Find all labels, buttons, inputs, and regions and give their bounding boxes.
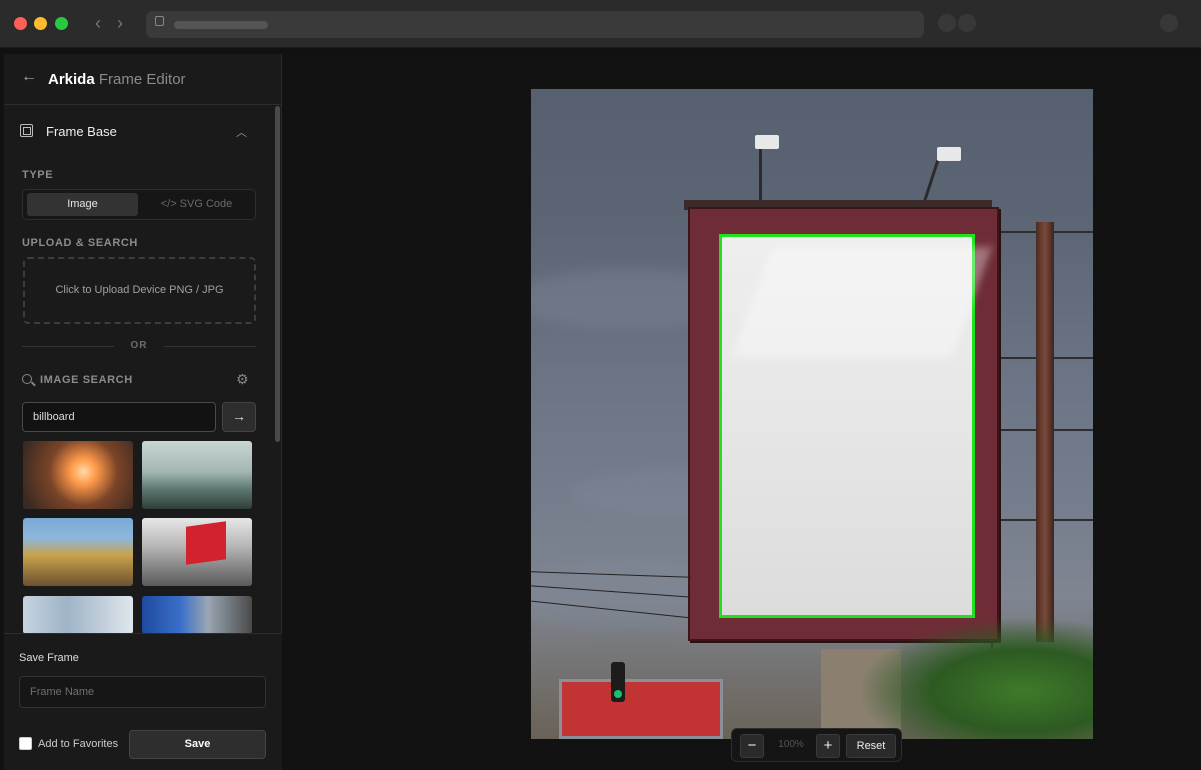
rusty-pole xyxy=(1036,222,1054,642)
coca-cola-logo-image xyxy=(186,521,226,565)
type-segmented-control: Image </> SVG Code xyxy=(22,189,256,220)
browser-chrome: ‹ › xyxy=(0,0,1201,48)
browser-back-icon[interactable]: ‹ xyxy=(88,12,108,34)
chevron-up-icon[interactable]: ︿ xyxy=(236,124,248,139)
image-search-header: IMAGE SEARCH ⚙ xyxy=(22,372,256,388)
extension-icon[interactable] xyxy=(958,14,976,32)
cpu-icon xyxy=(20,124,33,137)
zoom-reset-button[interactable]: Reset xyxy=(846,734,896,758)
search-result-thumbnail[interactable] xyxy=(23,441,133,509)
search-result-thumbnail[interactable] xyxy=(142,441,252,509)
billboard-photo[interactable] xyxy=(531,89,1093,739)
search-icon xyxy=(22,374,32,384)
browser-forward-icon[interactable]: › xyxy=(110,12,130,34)
editor-canvas: − 100% + Reset xyxy=(283,54,1201,770)
zoom-out-button[interactable]: − xyxy=(740,734,764,758)
or-divider: OR xyxy=(22,340,256,352)
section-title: Frame Base xyxy=(46,124,117,139)
sidebar-scrollbar[interactable] xyxy=(275,106,280,442)
search-result-thumbnail[interactable] xyxy=(23,596,133,634)
profile-icon[interactable] xyxy=(1160,14,1178,32)
search-result-thumbnail[interactable] xyxy=(142,596,252,634)
sidebar-header: ← Arkida Frame Editor xyxy=(4,54,282,105)
save-frame-panel: Save Frame Add to Favorites Save xyxy=(4,633,282,770)
app-title: Arkida Frame Editor xyxy=(48,71,186,88)
upload-search-label: UPLOAD & SEARCH xyxy=(22,237,138,249)
type-label: TYPE xyxy=(22,169,54,181)
frame-target-area[interactable] xyxy=(719,234,993,618)
frame-base-section-header[interactable]: Frame Base ︿ xyxy=(4,106,282,154)
extension-icon[interactable] xyxy=(938,14,956,32)
url-bar[interactable] xyxy=(146,11,924,38)
minimize-window-button[interactable] xyxy=(34,17,47,30)
add-to-favorites-label: Add to Favorites xyxy=(38,738,119,750)
traffic-light xyxy=(611,662,625,702)
zoom-level: 100% xyxy=(778,739,804,750)
save-frame-title: Save Frame xyxy=(19,652,79,664)
type-image-button[interactable]: Image xyxy=(27,193,138,216)
lock-icon xyxy=(155,16,164,26)
search-result-thumbnail[interactable] xyxy=(23,518,133,586)
frame-name-input[interactable] xyxy=(19,676,266,708)
upload-dropzone[interactable]: Click to Upload Device PNG / JPG xyxy=(23,257,256,324)
type-svg-code-button[interactable]: </> SVG Code xyxy=(141,193,252,216)
image-search-input[interactable] xyxy=(22,402,216,432)
search-submit-button[interactable]: → xyxy=(222,402,256,432)
save-button[interactable]: Save xyxy=(129,730,266,759)
image-search-label: IMAGE SEARCH xyxy=(40,374,133,386)
back-arrow-icon[interactable]: ← xyxy=(21,68,37,86)
add-to-favorites-checkbox[interactable] xyxy=(19,737,32,750)
red-billboard xyxy=(559,679,723,739)
trees xyxy=(861,619,1093,739)
search-result-thumbnail[interactable] xyxy=(142,518,252,586)
zoom-in-button[interactable]: + xyxy=(816,734,840,758)
close-window-button[interactable] xyxy=(14,17,27,30)
maximize-window-button[interactable] xyxy=(55,17,68,30)
sidebar: ← Arkida Frame Editor Frame Base ︿ TYPE … xyxy=(4,54,282,770)
url-placeholder xyxy=(174,21,268,29)
gear-icon[interactable]: ⚙ xyxy=(236,372,250,386)
zoom-controls: − 100% + Reset xyxy=(731,728,902,762)
